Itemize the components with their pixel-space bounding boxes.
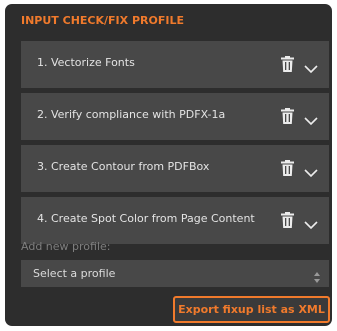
input-check-fix-profile-panel: INPUT CHECK/FIX PROFILE 1. Vectorize Fon…	[5, 4, 332, 326]
add-profile-label: Add new profile:	[21, 240, 111, 253]
profile-item[interactable]: 1. Vectorize Fonts	[21, 41, 329, 88]
chevron-down-icon[interactable]	[304, 163, 318, 178]
trash-icon[interactable]	[281, 108, 294, 124]
profile-item-label: 3. Create Contour from PDFBox	[37, 160, 210, 173]
up-down-arrows-icon	[314, 268, 320, 283]
profile-item[interactable]: 4. Create Spot Color from Page Content	[21, 197, 329, 244]
chevron-down-icon[interactable]	[304, 111, 318, 126]
profile-item[interactable]: 3. Create Contour from PDFBox	[21, 145, 329, 192]
trash-icon[interactable]	[281, 56, 294, 72]
trash-icon[interactable]	[281, 160, 294, 176]
chevron-down-icon[interactable]	[304, 59, 318, 74]
chevron-down-icon[interactable]	[304, 215, 318, 230]
panel-title: INPUT CHECK/FIX PROFILE	[21, 14, 184, 27]
profile-list: 1. Vectorize Fonts 2. Verify compliance …	[21, 41, 329, 249]
profile-item-label: 4. Create Spot Color from Page Content	[37, 212, 255, 225]
profile-select[interactable]: Select a profile	[21, 260, 329, 287]
profile-item[interactable]: 2. Verify compliance with PDFX-1a	[21, 93, 329, 140]
profile-item-label: 1. Vectorize Fonts	[37, 56, 135, 69]
export-xml-button[interactable]: Export fixup list as XML	[173, 296, 330, 323]
trash-icon[interactable]	[281, 212, 294, 228]
profile-item-label: 2. Verify compliance with PDFX-1a	[37, 108, 226, 121]
profile-select-value: Select a profile	[33, 267, 116, 280]
